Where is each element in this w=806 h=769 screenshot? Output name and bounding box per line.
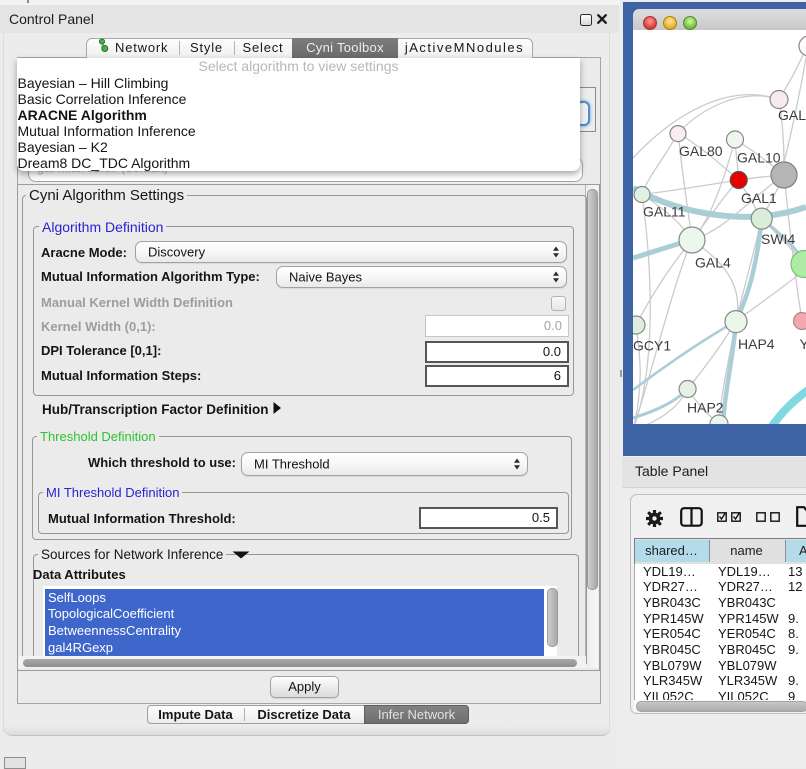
svg-text:GAL11: GAL11 (643, 204, 686, 220)
svg-text:GAL7: GAL7 (778, 107, 806, 123)
svg-text:SWI4: SWI4 (761, 231, 795, 247)
svg-text:HAP4: HAP4 (738, 336, 775, 352)
svg-text:Y: Y (800, 336, 806, 352)
svg-text:GAL4: GAL4 (695, 255, 731, 271)
svg-text:HAP2: HAP2 (687, 400, 724, 416)
svg-text:GAL10: GAL10 (737, 150, 781, 166)
svg-text:GCY1: GCY1 (633, 338, 671, 354)
svg-text:GAL80: GAL80 (679, 143, 723, 159)
svg-text:GAL1: GAL1 (741, 190, 777, 206)
